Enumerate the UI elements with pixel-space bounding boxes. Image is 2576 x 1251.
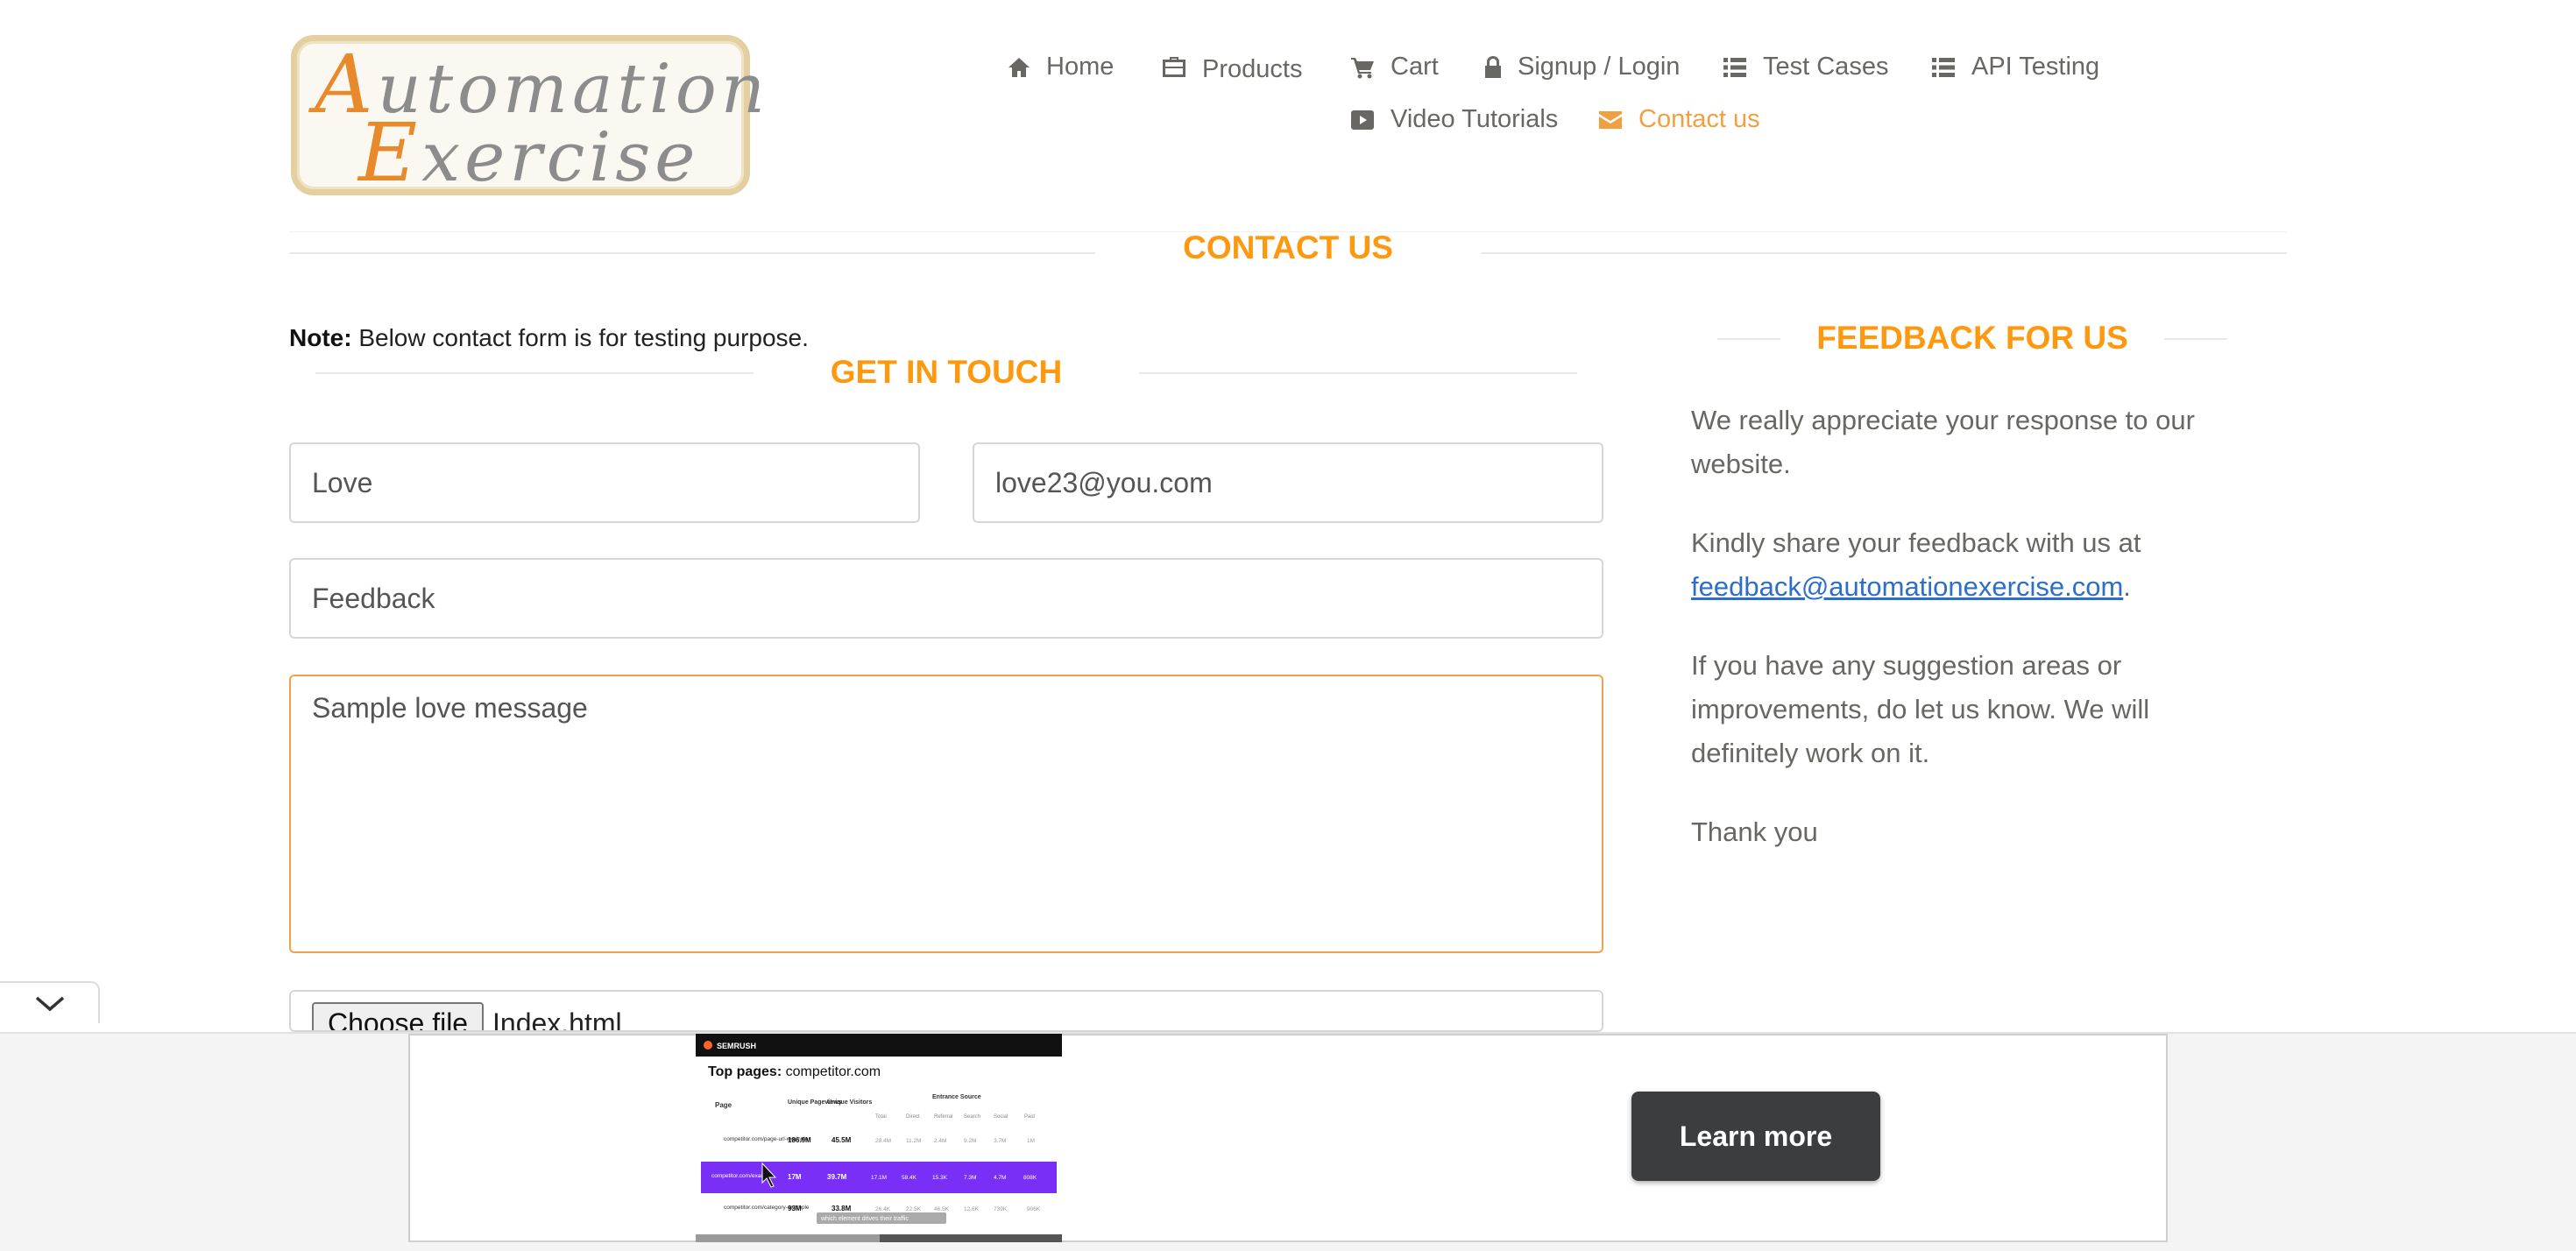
nav-video-tutorials[interactable]: Video Tutorials [1350,105,1558,134]
list-icon [1723,57,1746,77]
ad-progress-fill [880,1234,1062,1242]
ad-image-graphic: SEMRUSH Top pages: competitor.com Page U… [696,1034,1062,1242]
feedback-email-link[interactable]: feedback@automationexercise.com [1691,571,2123,602]
nav-home[interactable]: Home [1008,53,1114,81]
title-divider-left [289,252,1095,254]
feedback-line-left [1717,338,1780,340]
ad-subcol-paid: Paid [1024,1114,1035,1120]
ad-subcol-total: Total [875,1114,887,1120]
ad-row3-cell: 12.6K [964,1206,980,1212]
ad-subcol-social: Social [994,1114,1008,1120]
nav-products-label: Products [1202,55,1303,83]
ad-row2-cell: 808K [1023,1175,1037,1181]
ad-heading: Top pages: competitor.com [708,1064,881,1079]
form-note: Note: Below contact form is for testing … [289,324,809,352]
briefcase-icon [1163,56,1185,77]
ad-row3-visitors: 33.8M [832,1205,852,1212]
nav-test-cases[interactable]: Test Cases [1723,53,1888,81]
nav-home-label: Home [1046,53,1115,81]
ad-row2-pageviews: 17M [788,1173,802,1181]
logo-line-2: Exercise [358,106,700,200]
ad-collapse-toggle[interactable] [0,981,100,1023]
ad-tooltip: which element drives their traffic [820,1216,909,1222]
ad-subcol-search: Search [964,1114,980,1120]
feedback-paragraph-2: Kindly share your feedback with us at fe… [1691,521,2234,609]
site-logo[interactable]: Automation Exercise [291,35,765,200]
envelope-icon [1599,110,1622,129]
ad-row1-visitors: 45.5M [832,1136,852,1144]
ad-banner[interactable] [408,1034,2168,1242]
message-textarea[interactable]: Sample love message [289,675,1603,953]
feedback-paragraph-1: We really appreciate your response to ou… [1691,405,2195,479]
file-upload[interactable]: Choose file Index.html [289,990,1603,1032]
ad-row3-cell: 22.5K [906,1206,922,1212]
ad-row2-cell: 15.3K [932,1175,948,1181]
lock-icon [1485,55,1501,78]
email-input[interactable] [973,442,1603,523]
nav-cart-label: Cart [1391,53,1439,81]
ad-row2-cell: 17.1M [871,1175,887,1181]
ad-col-entrance: Entrance Source [932,1094,981,1100]
feedback-title: FEEDBACK FOR US [1816,320,2128,356]
ad-brand: SEMRUSH [717,1042,756,1050]
nav-signup-login[interactable]: Signup / Login [1484,53,1680,81]
ad-col-page: Page [715,1101,732,1109]
nav-products[interactable]: Products [1162,53,1303,83]
choose-file-button[interactable]: Choose file [312,1002,485,1030]
ad-row1-cell: 9.2M [964,1138,976,1144]
home-icon [1008,57,1030,77]
cart-icon [1351,57,1374,78]
ad-subcol-referral: Referral [934,1114,952,1120]
title-divider-right [1481,252,2287,254]
learn-more-button[interactable]: Learn more [1631,1092,1880,1181]
nav-api-testing-label: API Testing [1971,53,2100,81]
nav-contact-us[interactable]: Contact us [1598,105,1760,134]
file-name-text: Index.html [492,1007,622,1032]
name-input[interactable] [289,442,920,523]
ad-row1-cell: 1M [1027,1138,1035,1144]
note-label: Note: [289,324,352,351]
get-in-touch-line-right [1139,372,1577,374]
ad-row3-cell: 46.5K [934,1206,950,1212]
list-icon [1932,57,1955,77]
get-in-touch-title: GET IN TOUCH [830,354,1063,390]
ad-row2-visitors: 39.7M [827,1173,847,1181]
ad-subcol-direct: Direct [906,1114,920,1120]
feedback-line-right [2164,338,2227,340]
nav-signup-login-label: Signup / Login [1518,53,1681,81]
feedback-p2-prefix: Kindly share your feedback with us at [1691,527,2141,558]
ad-row2-cell: 7.3M [964,1175,976,1181]
ad-row1-pageviews: 186.9M [788,1136,811,1144]
ad-row1-cell: 3.7M [994,1138,1006,1144]
nav-contact-us-label: Contact us [1638,105,1760,133]
ad-col-visitors: Unique Visitors [827,1099,872,1106]
nav-video-tutorials-label: Video Tutorials [1391,105,1559,133]
nav-cart[interactable]: Cart [1350,53,1439,81]
subject-input[interactable] [289,558,1603,639]
nav-test-cases-label: Test Cases [1763,53,1889,81]
ad-row2-cell: 4.7M [994,1175,1006,1181]
semrush-logo-icon [704,1041,712,1050]
feedback-paragraph-3: If you have any suggestion areas or impr… [1691,650,2150,768]
ad-row1-cell: 2.4M [934,1138,946,1144]
ad-row3-cell: 26.4K [875,1206,891,1212]
ad-image[interactable]: SEMRUSH Top pages: competitor.com Page U… [696,1034,1062,1242]
page-title: CONTACT US [1183,230,1393,265]
nav-api-testing[interactable]: API Testing [1931,53,2099,81]
ad-row1-cell: 28.4M [875,1138,891,1144]
ad-row2-cell: 58.4K [902,1175,917,1181]
youtube-icon [1351,110,1374,130]
feedback-paragraph-4: Thank you [1691,816,1818,847]
note-text: Below contact form is for testing purpos… [351,324,809,351]
ad-row3-cell: 739K [994,1206,1008,1212]
ad-row3-pageviews: 93M [788,1205,802,1212]
get-in-touch-line-left [315,372,754,374]
feedback-p2-suffix: . [2123,571,2131,602]
ad-row1-cell: 11.2M [906,1138,922,1144]
ad-row3-cell: 906K [1027,1206,1041,1212]
chevron-down-icon [35,996,65,1012]
